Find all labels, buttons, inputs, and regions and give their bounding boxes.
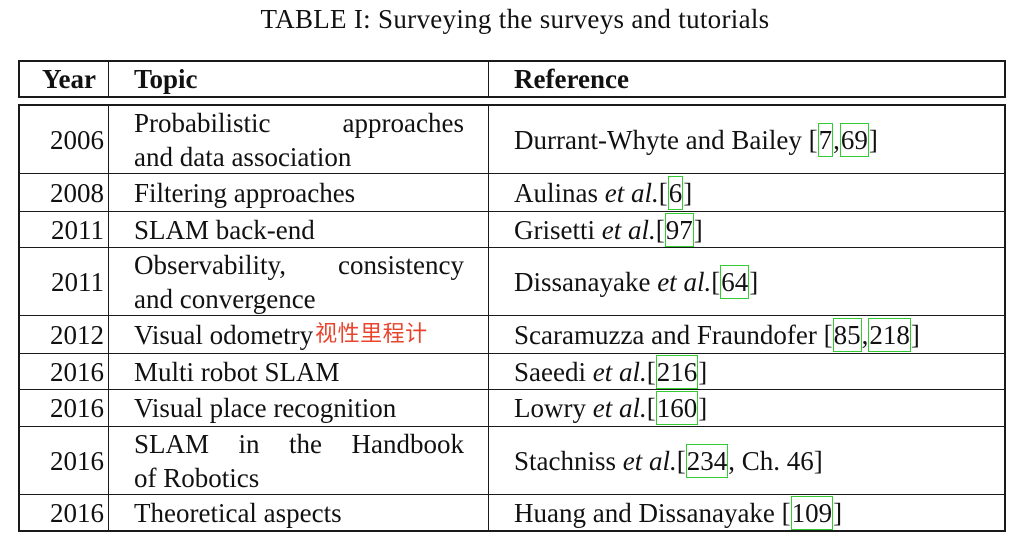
rule-header-bottom	[18, 96, 1006, 98]
reference-author: Dissanayake	[514, 266, 651, 297]
rule-vertical	[108, 60, 109, 98]
reference-etal: et al.	[592, 393, 647, 423]
topic-line: SLAM in the Handbook	[134, 429, 464, 459]
reference-cell: Huang and Dissanayake [109]	[514, 495, 842, 530]
reference-close: ]	[693, 214, 703, 245]
topic-line: and data association	[134, 142, 352, 172]
reference-author: Aulinas	[514, 177, 598, 208]
reference-open: [	[646, 393, 656, 423]
reference-cell: Stachniss et al. [234, Ch. 46]	[514, 427, 823, 494]
citation-link[interactable]: 69	[839, 122, 869, 157]
reference-author: Lowry	[514, 393, 586, 423]
reference-cell: Durrant-Whyte and Bailey [7, 69]	[514, 106, 878, 173]
year-cell: 2012	[50, 319, 104, 350]
reference-close: ]	[698, 393, 708, 423]
citation-link[interactable]: 7	[817, 122, 834, 157]
rule-vertical	[18, 60, 20, 98]
topic-cell: Visual odometry 视性里程计	[134, 316, 428, 353]
reference-etal: et al.	[657, 266, 712, 297]
reference-close: ]	[683, 177, 693, 208]
reference-text: Durrant-Whyte and Bailey [	[514, 124, 818, 155]
citation-link[interactable]: 97	[664, 212, 694, 247]
handwritten-annotation: 视性里程计	[315, 321, 428, 347]
topic-text: Visual odometry	[134, 319, 314, 350]
reference-cell: Scaramuzza and Fraundofer [85, 218]	[514, 316, 920, 353]
header-reference: Reference	[514, 64, 629, 94]
reference-open: [	[658, 177, 668, 208]
topic-cell: Observability, consistency and convergen…	[134, 248, 474, 315]
year-cell: 2006	[50, 124, 104, 155]
reference-author: Stachniss	[514, 445, 617, 476]
reference-end: ]	[910, 319, 920, 350]
citation-link[interactable]: 234	[685, 443, 729, 478]
reference-close: , Ch. 46]	[728, 445, 823, 476]
header-year: Year	[42, 64, 96, 94]
rule-vertical	[1004, 104, 1006, 532]
citation-link[interactable]: 64	[720, 264, 750, 299]
year-cell: 2016	[50, 497, 104, 528]
topic-cell: Probabilistic approaches and data associ…	[134, 106, 474, 173]
topic-line: and convergence	[134, 284, 316, 314]
citation-link[interactable]: 218	[868, 317, 911, 352]
reference-etal: et al.	[601, 214, 656, 245]
topic-cell: Visual place recognition	[134, 393, 397, 423]
reference-close: ]	[749, 266, 759, 297]
reference-cell: Dissanayake et al. [64]	[514, 248, 758, 315]
topic-cell: Filtering approaches	[134, 177, 356, 208]
rule-vertical	[1004, 60, 1006, 98]
rule-vertical	[488, 60, 489, 98]
citation-link[interactable]: 216	[655, 354, 699, 389]
reference-end: ]	[868, 124, 878, 155]
reference-sep: ,	[861, 319, 869, 350]
year-cell: 2016	[50, 393, 104, 423]
topic-cell: Multi robot SLAM	[134, 356, 340, 387]
rule-bottom	[18, 530, 1006, 532]
rule-vertical	[108, 104, 109, 532]
citation-link[interactable]: 109	[790, 495, 834, 530]
reference-close: ]	[698, 356, 708, 387]
reference-close: ]	[833, 497, 843, 528]
reference-etal: et al.	[622, 445, 677, 476]
year-cell: 2016	[50, 445, 104, 476]
topic-line: of Robotics	[134, 463, 260, 493]
rule-vertical	[488, 104, 489, 532]
reference-open: [	[646, 356, 656, 387]
topic-cell: Theoretical aspects	[134, 497, 342, 528]
citation-link[interactable]: 85	[832, 317, 862, 352]
year-cell: 2008	[50, 177, 104, 208]
reference-text: Huang and Dissanayake [	[514, 497, 791, 528]
reference-sep: ,	[833, 124, 840, 155]
reference-etal: et al.	[592, 356, 647, 387]
table-caption: TABLE I: Surveying the surveys and tutor…	[260, 4, 770, 34]
reference-open: [	[676, 445, 686, 476]
topic-cell: SLAM back-end	[134, 214, 315, 245]
reference-open: [	[655, 214, 665, 245]
reference-open: [	[711, 266, 721, 297]
reference-text: Scaramuzza and Fraundofer [	[514, 319, 833, 350]
topic-line: Observability, consistency	[134, 250, 464, 280]
reference-cell: Saeedi et al. [216]	[514, 354, 707, 389]
citation-link[interactable]: 160	[655, 391, 699, 425]
reference-author: Grisetti	[514, 214, 595, 245]
year-cell: 2011	[51, 266, 104, 297]
reference-cell: Grisetti et al. [97]	[514, 212, 703, 247]
year-cell: 2011	[51, 214, 104, 245]
topic-cell: SLAM in the Handbook of Robotics	[134, 427, 474, 494]
reference-cell: Aulinas et al. [6]	[514, 174, 692, 211]
citation-link[interactable]: 6	[667, 175, 684, 210]
reference-etal: et al.	[604, 177, 659, 208]
reference-author: Saeedi	[514, 356, 586, 387]
topic-line: Probabilistic approaches	[134, 108, 464, 138]
survey-table: Year Topic Reference 2006 Probabilistic …	[18, 60, 1006, 532]
year-cell: 2016	[50, 356, 104, 387]
header-topic: Topic	[134, 64, 198, 94]
reference-cell: Lowry et al. [160]	[514, 390, 707, 426]
